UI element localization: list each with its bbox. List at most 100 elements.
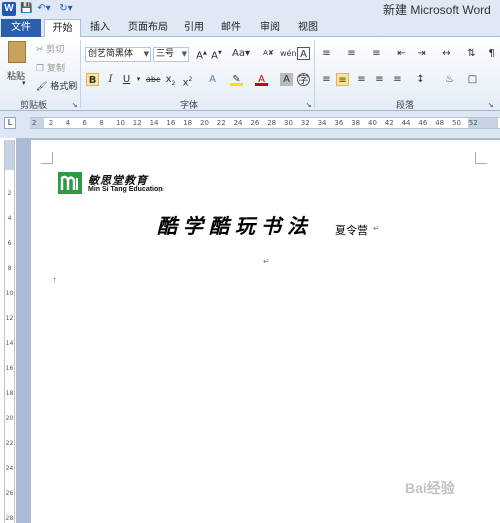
bullets-icon[interactable]: ≡ — [320, 47, 333, 60]
text-effects-icon[interactable]: A — [206, 73, 219, 86]
distributed-icon[interactable]: ≡ — [391, 73, 404, 86]
chinese-layout-icon[interactable]: ↔ — [440, 47, 453, 60]
paragraph-mark: ↵ — [263, 257, 270, 266]
vruler-number: 26 — [5, 490, 14, 497]
grow-font-icon[interactable]: A▲ — [195, 47, 208, 61]
vruler-number: 14 — [5, 340, 14, 347]
vruler-number: 10 — [5, 290, 14, 297]
font-color-icon[interactable]: A — [255, 73, 268, 86]
increase-indent-icon[interactable]: ⇥ — [415, 47, 428, 60]
font-size-value: 三号 — [156, 49, 175, 59]
format-painter-button[interactable]: 🖌 格式刷 — [36, 79, 77, 92]
ruler-number: 48 — [435, 119, 445, 127]
copy-button[interactable]: ❐ 复制 — [36, 61, 65, 74]
font-size-select[interactable]: 三号 ▼ — [153, 47, 189, 62]
paste-icon[interactable] — [8, 41, 26, 63]
font-name-select[interactable]: 创艺简黑体 ▼ — [85, 47, 151, 62]
ruler-number: 10 — [116, 119, 125, 127]
cut-label: 剪切 — [46, 45, 65, 55]
align-center-icon[interactable]: ≡ — [336, 73, 349, 86]
ruler-number: 44 — [401, 119, 411, 127]
strikethrough-button[interactable]: abc — [146, 73, 160, 86]
vruler-number: 6 — [7, 240, 12, 247]
ruler-number: 22 — [216, 119, 226, 127]
cut-button[interactable]: ✂ 剪切 — [36, 42, 64, 55]
window-title: 新建 Microsoft Word — [383, 3, 491, 17]
save-icon[interactable]: 💾 — [20, 2, 32, 16]
tab-view[interactable]: 视图 — [296, 19, 320, 37]
vertical-ruler[interactable]: 2 4 6 8 10 12 14 16 18 20 22 24 26 28 — [4, 140, 15, 523]
decrease-indent-icon[interactable]: ⇤ — [395, 47, 408, 60]
chevron-down-icon: ▼ — [143, 50, 149, 58]
group-divider — [80, 40, 81, 108]
ruler-number: 36 — [334, 119, 344, 127]
bold-button[interactable]: B — [86, 73, 99, 86]
subscript-button[interactable]: x2 — [164, 73, 177, 87]
vruler-number: 12 — [5, 315, 14, 322]
superscript-button[interactable]: x2 — [181, 73, 194, 88]
ruler-area: L 2 2 4 6 8 10 12 14 16 18 20 22 24 26 28 30 32 34 36 38 40 4… — [0, 111, 500, 138]
tab-review[interactable]: 审阅 — [258, 19, 282, 37]
redo-icon[interactable]: ↻▾ — [58, 2, 74, 16]
borders-icon[interactable]: □ — [466, 73, 479, 86]
tab-mailings[interactable]: 邮件 — [219, 19, 243, 37]
paragraph-mark: ↵ — [158, 186, 165, 195]
ruler-number: 40 — [368, 119, 377, 127]
character-shading-icon[interactable]: A — [280, 73, 293, 86]
shrink-font-icon[interactable]: A▼ — [210, 47, 223, 61]
vruler-top-margin — [5, 140, 14, 170]
vruler-number: 18 — [5, 390, 14, 397]
line-spacing-icon[interactable]: ↕ — [414, 73, 427, 86]
logo-english-name: Min Si Tang Education — [88, 186, 163, 193]
paragraph-mark: ↵ — [373, 224, 380, 233]
document-page[interactable] — [31, 140, 500, 523]
clear-formatting-icon[interactable]: A✘ — [262, 47, 275, 60]
vruler-number: 28 — [5, 515, 14, 522]
logo-image — [58, 172, 82, 194]
ruler-number: 8 — [99, 119, 104, 127]
format-painter-label: 格式刷 — [50, 82, 78, 92]
show-hide-marks-icon[interactable]: ¶ — [485, 47, 498, 60]
tab-page-layout[interactable]: 页面布局 — [124, 19, 172, 37]
multilevel-list-icon[interactable]: ≡ — [370, 47, 383, 60]
italic-button[interactable]: I — [104, 73, 117, 86]
justify-icon[interactable]: ≡ — [373, 73, 386, 86]
numbering-icon[interactable]: ≡ — [345, 47, 358, 60]
tab-insert[interactable]: 插入 — [88, 19, 112, 37]
vruler-number: 16 — [5, 365, 14, 372]
tab-selector-button[interactable]: L — [4, 117, 16, 129]
document-subtitle[interactable]: 夏令营 — [335, 222, 368, 238]
phonetic-guide-icon[interactable]: wén — [280, 47, 297, 60]
ruler-number: 28 — [267, 119, 277, 127]
ruler-number: 42 — [384, 119, 394, 127]
font-name-value: 创艺简黑体 — [88, 49, 134, 59]
shading-icon[interactable]: ♨ — [443, 73, 456, 86]
ruler-number: 38 — [351, 119, 361, 127]
underline-dropdown-icon[interactable]: ▾ — [132, 73, 145, 86]
title-bar: W 💾 ↶▾ ↻▾ 新建 Microsoft Word — [0, 0, 500, 18]
chevron-down-icon: ▼ — [181, 50, 187, 58]
document-title[interactable]: 酷学酷玩书法 — [157, 210, 313, 239]
tab-references[interactable]: 引用 — [182, 19, 206, 37]
ruler-number: 12 — [132, 119, 142, 127]
ruler-number: 34 — [317, 119, 327, 127]
margin-corner-top-left — [41, 152, 53, 164]
paragraph-group-label: 段落 — [396, 101, 415, 111]
align-left-icon[interactable]: ≡ — [320, 73, 333, 86]
ruler-number: 52 — [468, 119, 478, 127]
align-right-icon[interactable]: ≡ — [355, 73, 368, 86]
horizontal-ruler[interactable]: 2 2 4 6 8 10 12 14 16 18 20 22 24 26 28 30 32 34 36 38 40 42 4… — [30, 117, 500, 129]
ribbon: 粘贴 ▾ ✂ 剪切 ❐ 复制 🖌 格式刷 剪贴板 ↘ 创艺简黑体 ▼ 三号 ▼ A▲… — [0, 37, 500, 111]
tab-home[interactable]: 开始 — [44, 19, 81, 37]
enclose-characters-icon[interactable]: 字 — [297, 73, 310, 86]
ruler-number: 32 — [300, 119, 310, 127]
sort-icon[interactable]: ⇅ — [465, 47, 478, 60]
character-border-icon[interactable]: A — [297, 47, 310, 60]
change-case-icon[interactable]: Aa▾ — [232, 47, 250, 60]
ruler-number: 50 — [452, 119, 461, 127]
undo-icon[interactable]: ↶▾ — [36, 2, 52, 16]
text-highlight-icon[interactable]: ✎ — [230, 73, 243, 86]
tab-file[interactable]: 文件 — [1, 19, 41, 37]
word-app-icon[interactable]: W — [2, 2, 16, 16]
paste-dropdown-icon[interactable]: ▾ — [22, 79, 26, 87]
